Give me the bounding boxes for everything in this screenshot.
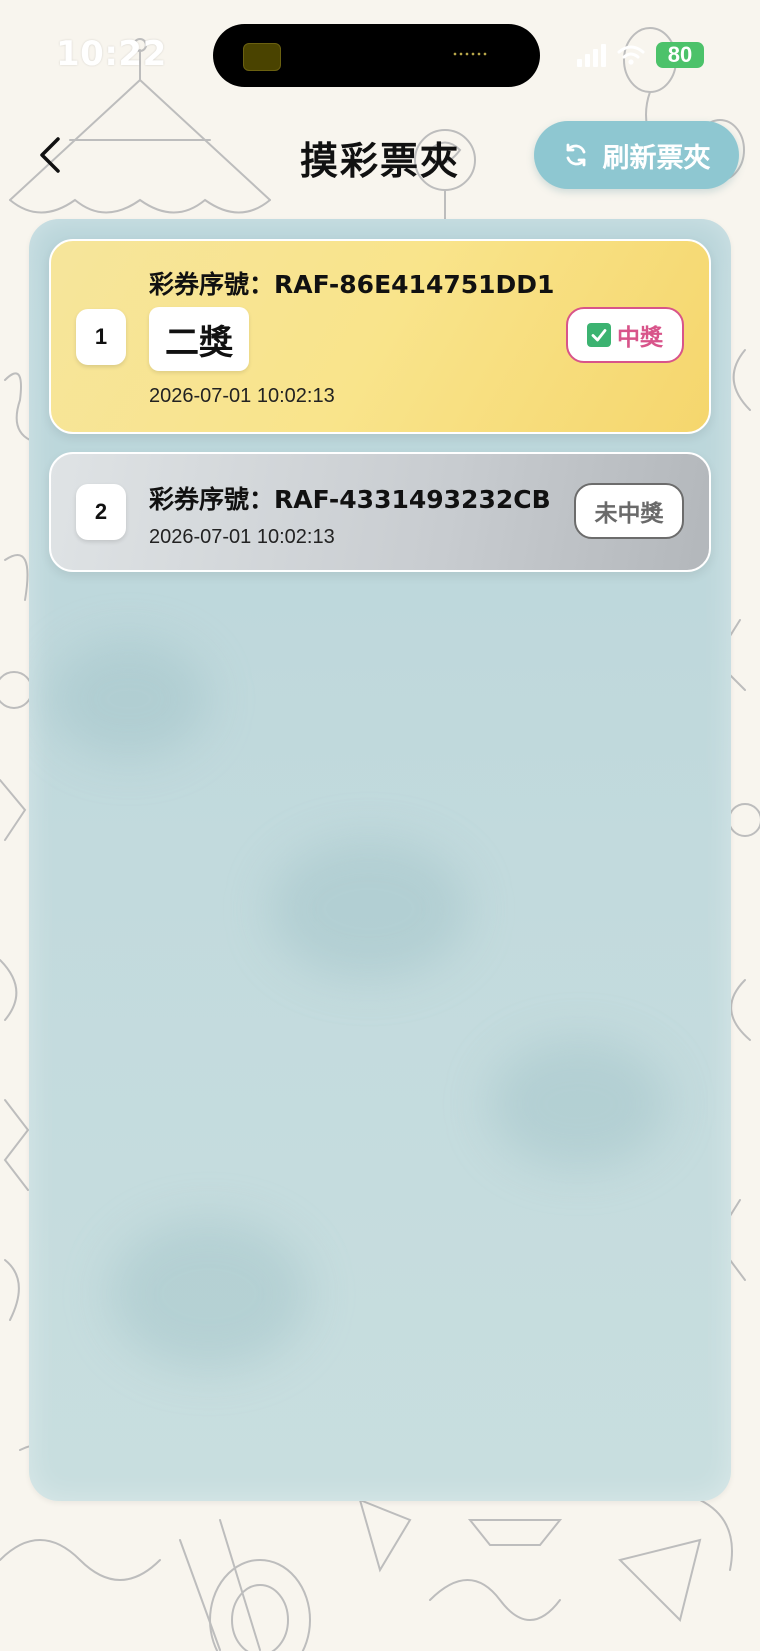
status-badge-label: 中獎 [617,325,663,351]
ticket-serial: 彩券序號：RAF-86E414751DD1 [149,270,555,299]
signal-icon [577,43,606,67]
refresh-icon [563,142,589,168]
panel-texture [269,839,469,979]
island-dots-icon [452,52,488,56]
ticket-index: 2 [76,484,126,540]
status-bar: 10:22 80 [0,0,760,110]
ticket-card-winner[interactable]: 1 彩券序號：RAF-86E414751DD1 二獎 2026-07-01 10… [49,239,711,434]
battery-indicator: 80 [656,42,704,68]
ticket-serial: 彩券序號：RAF-4331493232CB [149,485,551,514]
wifi-icon [617,45,645,65]
ticket-timestamp: 2026-07-01 10:02:13 [149,385,335,407]
refresh-button[interactable]: 刷新票夾 [534,121,739,189]
refresh-button-label: 刷新票夾 [602,142,711,174]
dynamic-island [213,24,540,87]
prize-label: 二獎 [149,307,249,371]
status-badge-lose: 未中獎 [574,483,684,539]
check-box-icon [587,323,611,347]
header: 摸彩票夾 刷新票夾 [0,110,760,202]
panel-texture [109,1219,309,1369]
status-indicators: 80 [577,42,704,68]
ticket-card-loser[interactable]: 2 彩券序號：RAF-4331493232CB 2026-07-01 10:02… [49,452,711,572]
status-badge-win: 中獎 [566,307,684,363]
status-badge-label: 未中獎 [594,501,664,527]
status-time: 10:22 [56,34,167,74]
camera-indicator-icon [243,43,281,71]
panel-texture [49,639,209,759]
ticket-list: 1 彩券序號：RAF-86E414751DD1 二獎 2026-07-01 10… [49,239,711,590]
panel-texture [489,1039,669,1169]
ticket-index: 1 [76,309,126,365]
ticket-wallet-panel: 1 彩券序號：RAF-86E414751DD1 二獎 2026-07-01 10… [29,219,731,1501]
ticket-timestamp: 2026-07-01 10:02:13 [149,526,335,548]
